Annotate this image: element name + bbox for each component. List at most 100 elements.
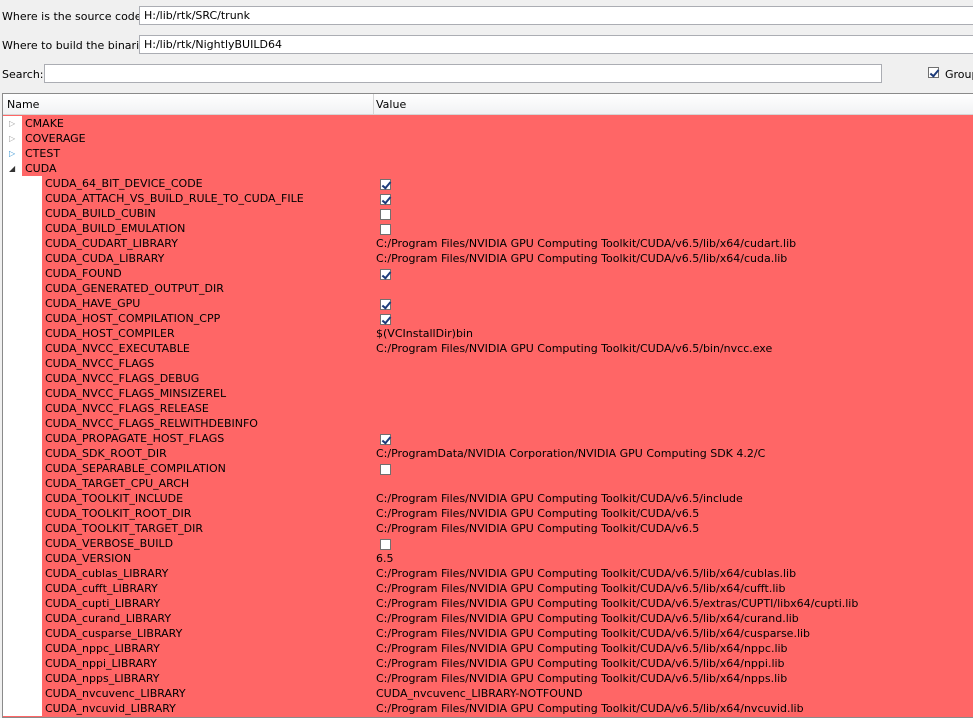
collapsed-arrow-icon[interactable]: ▷ (9, 116, 15, 131)
group-row[interactable]: ◢ CUDA (3, 161, 973, 176)
variable-checkbox[interactable] (380, 433, 391, 445)
variable-value[interactable]: C:/Program Files/NVIDIA GPU Computing To… (376, 506, 699, 521)
group-row[interactable]: ▷ CMAKE (3, 116, 973, 131)
variable-row[interactable]: CUDA_CUDA_LIBRARY C:/Program Files/NVIDIA… (3, 251, 973, 266)
variable-row[interactable]: CUDA_SDK_ROOT_DIR C:/ProgramData/NVIDIA C… (3, 446, 973, 461)
row-gutter (3, 386, 42, 401)
variable-value[interactable]: C:/Program Files/NVIDIA GPU Computing To… (376, 671, 787, 686)
variable-checkbox[interactable] (380, 268, 391, 280)
variable-value[interactable]: C:/Program Files/NVIDIA GPU Computing To… (376, 236, 796, 251)
variable-row[interactable]: CUDA_nppi_LIBRARY C:/Program Files/NVIDIA… (3, 656, 973, 671)
variable-row[interactable]: CUDA_HOST_COMPILATION_CPP (3, 311, 973, 326)
variable-checkbox[interactable] (380, 208, 391, 220)
expanded-arrow-icon[interactable]: ◢ (9, 161, 15, 176)
variable-value[interactable]: C:/Program Files/NVIDIA GPU Computing To… (376, 641, 788, 656)
row-gutter (3, 191, 42, 206)
row-gutter (3, 581, 42, 596)
search-label: Search: (2, 68, 44, 81)
variable-row[interactable]: CUDA_TOOLKIT_INCLUDE C:/Program Files/NVI… (3, 491, 973, 506)
variable-row[interactable]: CUDA_nvcuvid_LIBRARY C:/Program Files/NVI… (3, 701, 973, 716)
variable-row[interactable]: CUDA_HOST_COMPILER $(VCInstallDir)bin (3, 326, 973, 341)
variable-checkbox[interactable] (380, 178, 391, 190)
collapsed-arrow-icon[interactable]: ▷ (9, 146, 15, 161)
variable-value[interactable]: C:/Program Files/NVIDIA GPU Computing To… (376, 341, 772, 356)
row-gutter (3, 596, 42, 611)
variable-value[interactable]: C:/Program Files/NVIDIA GPU Computing To… (376, 491, 743, 506)
variable-name: CUDA_NVCC_FLAGS_RELWITHDEBINFO (45, 417, 258, 430)
column-value-header[interactable]: Value (376, 98, 406, 111)
variable-checkbox[interactable] (380, 193, 391, 205)
variable-row[interactable]: CUDA_GENERATED_OUTPUT_DIR (3, 281, 973, 296)
variable-value[interactable]: C:/Program Files/NVIDIA GPU Computing To… (376, 701, 804, 716)
variable-row[interactable]: CUDA_cupti_LIBRARY C:/Program Files/NVIDI… (3, 596, 973, 611)
variable-row[interactable]: CUDA_cufft_LIBRARY C:/Program Files/NVIDI… (3, 581, 973, 596)
variable-value[interactable]: C:/Program Files/NVIDIA GPU Computing To… (376, 251, 787, 266)
variable-checkbox[interactable] (380, 298, 391, 310)
row-gutter (3, 281, 42, 296)
variable-name: CUDA_nppc_LIBRARY (45, 642, 160, 655)
group-row[interactable]: ▷ CTEST (3, 146, 973, 161)
variable-row[interactable]: CUDA_NVCC_FLAGS_MINSIZEREL (3, 386, 973, 401)
row-gutter (3, 221, 42, 236)
variable-value[interactable]: 6.5 (376, 551, 394, 566)
variable-row[interactable]: CUDA_nppc_LIBRARY C:/Program Files/NVIDIA… (3, 641, 973, 656)
variable-row[interactable]: CUDA_NVCC_FLAGS (3, 356, 973, 371)
variable-name: CUDA_CUDA_LIBRARY (45, 252, 165, 265)
variable-row[interactable]: CUDA_ATTACH_VS_BUILD_RULE_TO_CUDA_FILE (3, 191, 973, 206)
variable-value[interactable]: C:/Program Files/NVIDIA GPU Computing To… (376, 626, 810, 641)
variable-row[interactable]: CUDA_NVCC_EXECUTABLE C:/Program Files/NVI… (3, 341, 973, 356)
cache-variable-tree[interactable]: Name Value ▷ CMAKE ▷ COVERAGE ▷ CTEST ◢ CUDA CUD… (2, 93, 973, 718)
variable-row[interactable]: CUDA_BUILD_CUBIN (3, 206, 973, 221)
row-gutter (3, 686, 42, 701)
variable-row[interactable]: CUDA_BUILD_EMULATION (3, 221, 973, 236)
grouped-checkbox[interactable] (928, 67, 939, 78)
variable-row[interactable]: CUDA_npps_LIBRARY C:/Program Files/NVIDIA… (3, 671, 973, 686)
column-divider[interactable] (373, 94, 374, 114)
variable-value[interactable]: C:/Program Files/NVIDIA GPU Computing To… (376, 656, 785, 671)
collapsed-arrow-icon[interactable]: ▷ (9, 131, 15, 146)
variable-row[interactable]: CUDA_64_BIT_DEVICE_CODE (3, 176, 973, 191)
variable-row[interactable]: CUDA_VERBOSE_BUILD (3, 536, 973, 551)
variable-row[interactable]: CUDA_NVCC_FLAGS_DEBUG (3, 371, 973, 386)
variable-checkbox[interactable] (380, 463, 391, 475)
variable-value[interactable]: C:/Program Files/NVIDIA GPU Computing To… (376, 581, 785, 596)
variable-value[interactable]: C:/Program Files/NVIDIA GPU Computing To… (376, 596, 858, 611)
variable-row[interactable]: CUDA_HAVE_GPU (3, 296, 973, 311)
variable-row[interactable]: CUDA_NVCC_FLAGS_RELEASE (3, 401, 973, 416)
variable-value[interactable]: $(VCInstallDir)bin (376, 326, 473, 341)
variable-row[interactable]: CUDA_SEPARABLE_COMPILATION (3, 461, 973, 476)
variable-value[interactable]: C:/Program Files/NVIDIA GPU Computing To… (376, 521, 699, 536)
tree-header: Name Value (3, 94, 973, 115)
variable-row[interactable]: CUDA_TARGET_CPU_ARCH (3, 476, 973, 491)
variable-checkbox[interactable] (380, 313, 391, 325)
variable-row[interactable]: CUDA_VERSION 6.5 (3, 551, 973, 566)
variable-name: CUDA_nvcuvenc_LIBRARY (45, 687, 186, 700)
group-row[interactable]: ▷ COVERAGE (3, 131, 973, 146)
variable-checkbox[interactable] (380, 223, 391, 235)
variable-row[interactable]: CUDA_FOUND (3, 266, 973, 281)
search-input[interactable] (44, 64, 882, 83)
variable-row[interactable]: CUDA_nvcuvenc_LIBRARY CUDA_nvcuvenc_LIBRA… (3, 686, 973, 701)
row-gutter (3, 416, 42, 431)
build-path-field[interactable]: H:/lib/rtk/NightlyBUILD64 (139, 35, 973, 54)
variable-row[interactable]: CUDA_cusparse_LIBRARY C:/Program Files/NV… (3, 626, 973, 641)
variable-row[interactable]: CUDA_TOOLKIT_TARGET_DIR C:/Program Files/… (3, 521, 973, 536)
row-gutter (3, 266, 42, 281)
variable-row[interactable]: CUDA_CUDART_LIBRARY C:/Program Files/NVID… (3, 236, 973, 251)
variable-row[interactable]: CUDA_PROPAGATE_HOST_FLAGS (3, 431, 973, 446)
variable-checkbox[interactable] (380, 538, 391, 550)
variable-row[interactable]: CUDA_NVCC_FLAGS_RELWITHDEBINFO (3, 416, 973, 431)
variable-name: CUDA_TARGET_CPU_ARCH (45, 477, 190, 490)
variable-value[interactable]: C:/ProgramData/NVIDIA Corporation/NVIDIA… (376, 446, 765, 461)
variable-value[interactable]: C:/Program Files/NVIDIA GPU Computing To… (376, 611, 799, 626)
source-path-field[interactable]: H:/lib/rtk/SRC/trunk (139, 6, 973, 25)
variable-value[interactable]: CUDA_nvcuvenc_LIBRARY-NOTFOUND (376, 686, 583, 701)
variable-row[interactable]: CUDA_cublas_LIBRARY C:/Program Files/NVID… (3, 566, 973, 581)
column-name-header[interactable]: Name (7, 98, 39, 111)
grouped-label: Group (945, 68, 973, 81)
variable-value[interactable]: C:/Program Files/NVIDIA GPU Computing To… (376, 566, 796, 581)
variable-row[interactable]: CUDA_TOOLKIT_ROOT_DIR C:/Program Files/NV… (3, 506, 973, 521)
row-gutter (3, 626, 42, 641)
variable-row[interactable]: CUDA_curand_LIBRARY C:/Program Files/NVID… (3, 611, 973, 626)
variable-name: CUDA_nvcuvid_LIBRARY (45, 702, 176, 715)
